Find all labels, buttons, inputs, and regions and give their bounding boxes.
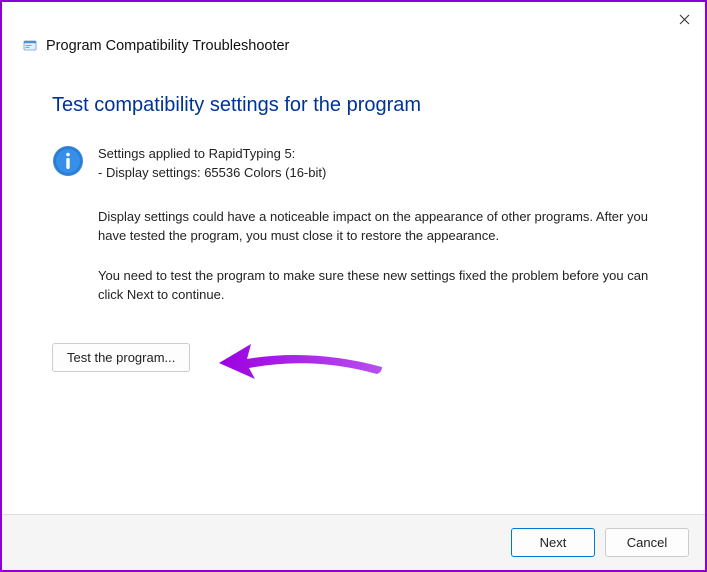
page-heading: Test compatibility settings for the prog… (52, 94, 655, 117)
settings-line1: Settings applied to RapidTyping 5: (98, 145, 326, 164)
display-impact-text: Display settings could have a noticeable… (98, 207, 655, 246)
test-instruction-text: You need to test the program to make sur… (98, 266, 655, 305)
cancel-button[interactable]: Cancel (605, 528, 689, 557)
info-icon (52, 145, 84, 177)
window-title: Program Compatibility Troubleshooter (46, 38, 289, 54)
settings-applied-text: Settings applied to RapidTyping 5: - Dis… (98, 145, 326, 183)
troubleshooter-window: Program Compatibility Troubleshooter Tes… (0, 0, 707, 572)
footer: Next Cancel (2, 514, 705, 570)
settings-line2: - Display settings: 65536 Colors (16-bit… (98, 164, 326, 183)
info-row: Settings applied to RapidTyping 5: - Dis… (52, 145, 655, 183)
content-area: Test compatibility settings for the prog… (2, 66, 705, 372)
header: Program Compatibility Troubleshooter (2, 2, 705, 66)
next-button[interactable]: Next (511, 528, 595, 557)
close-button[interactable] (673, 8, 695, 30)
wizard-icon (22, 38, 38, 54)
test-program-button[interactable]: Test the program... (52, 343, 190, 372)
close-icon (679, 14, 690, 25)
